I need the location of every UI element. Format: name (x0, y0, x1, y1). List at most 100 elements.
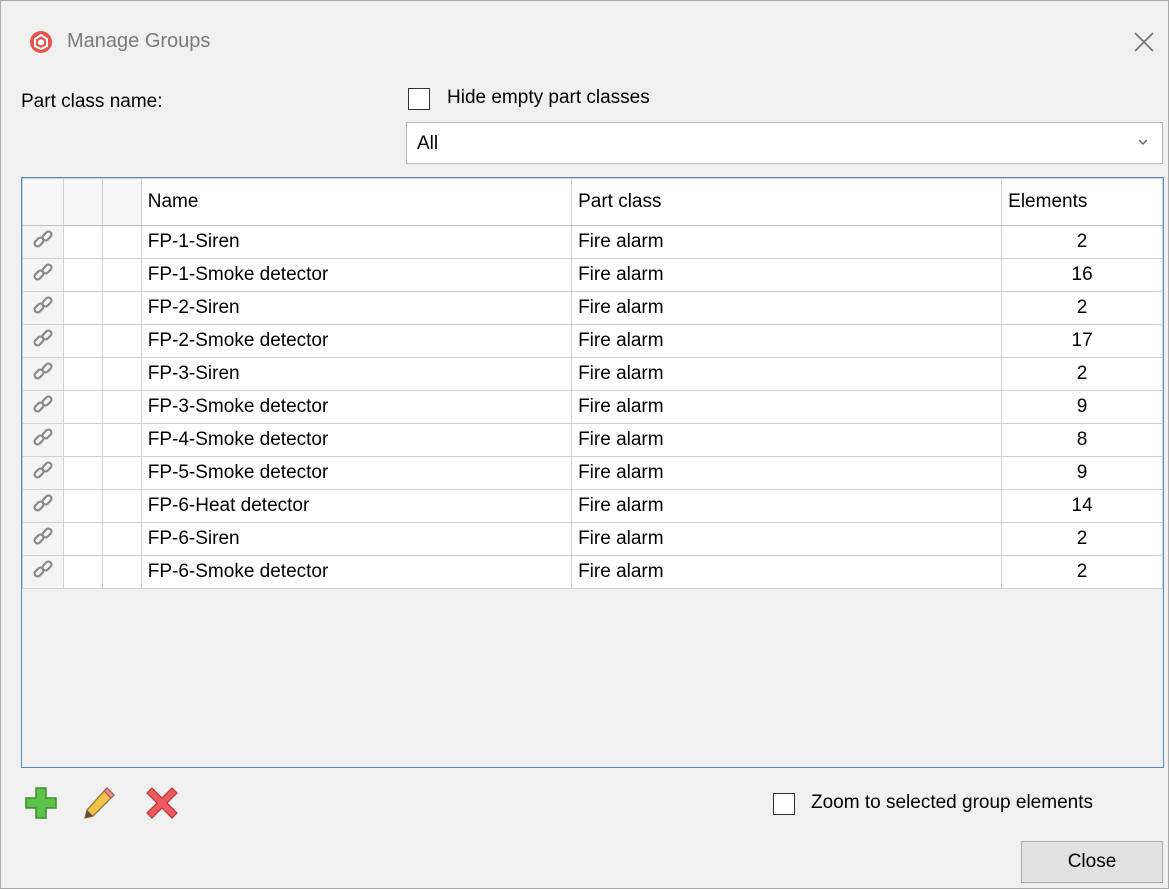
table-row[interactable]: FP-5-Smoke detector Fire alarm 9 (22, 456, 1163, 490)
row-elements[interactable]: 14 (1001, 489, 1163, 523)
row-part-class[interactable]: Fire alarm (571, 555, 1003, 589)
row-elements[interactable]: 2 (1001, 522, 1163, 556)
link-icon (22, 225, 64, 259)
row-cell-2[interactable] (62, 324, 103, 358)
close-button[interactable]: Close (1021, 841, 1163, 883)
groups-table: Name Part class Elements FP-1-Siren Fire … (22, 178, 1163, 589)
row-part-class[interactable]: Fire alarm (571, 489, 1003, 523)
row-elements[interactable]: 2 (1001, 291, 1163, 325)
row-cell-3[interactable] (101, 258, 142, 292)
delete-icon[interactable] (144, 785, 180, 821)
part-class-select[interactable]: All (406, 122, 1163, 164)
row-cell-3[interactable] (101, 489, 142, 523)
row-cell-3[interactable] (101, 522, 142, 556)
link-icon (22, 489, 64, 523)
row-cell-2[interactable] (62, 423, 103, 457)
link-icon (22, 522, 64, 556)
header-col-3[interactable] (101, 178, 142, 226)
table-row[interactable]: FP-2-Siren Fire alarm 2 (22, 291, 1163, 325)
table-row[interactable]: FP-3-Siren Fire alarm 2 (22, 357, 1163, 391)
row-name[interactable]: FP-1-Siren (140, 225, 573, 259)
row-cell-2[interactable] (62, 489, 103, 523)
table-row[interactable]: FP-4-Smoke detector Fire alarm 8 (22, 423, 1163, 457)
link-icon (22, 555, 64, 589)
table-row[interactable]: FP-6-Smoke detector Fire alarm 2 (22, 555, 1163, 589)
hide-empty-label: Hide empty part classes (447, 87, 650, 108)
row-part-class[interactable]: Fire alarm (571, 225, 1003, 259)
row-elements[interactable]: 17 (1001, 324, 1163, 358)
header-col-2[interactable] (62, 178, 103, 226)
row-cell-3[interactable] (101, 390, 142, 424)
row-part-class[interactable]: Fire alarm (571, 522, 1003, 556)
link-icon (22, 456, 64, 490)
row-name[interactable]: FP-2-Smoke detector (140, 324, 573, 358)
row-part-class[interactable]: Fire alarm (571, 456, 1003, 490)
header-elements[interactable]: Elements (1001, 178, 1163, 226)
close-icon[interactable] (1131, 29, 1157, 55)
app-logo-icon (30, 31, 52, 53)
row-cell-3[interactable] (101, 357, 142, 391)
row-elements[interactable]: 9 (1001, 390, 1163, 424)
table-row[interactable]: FP-2-Smoke detector Fire alarm 17 (22, 324, 1163, 358)
header-name[interactable]: Name (140, 178, 573, 226)
header-link-col[interactable] (22, 178, 64, 226)
hide-empty-checkbox[interactable] (408, 88, 430, 110)
row-cell-2[interactable] (62, 522, 103, 556)
row-cell-3[interactable] (101, 324, 142, 358)
link-icon (22, 357, 64, 391)
row-cell-2[interactable] (62, 225, 103, 259)
row-cell-2[interactable] (62, 357, 103, 391)
row-elements[interactable]: 8 (1001, 423, 1163, 457)
groups-grid[interactable]: Name Part class Elements FP-1-Siren Fire … (21, 177, 1164, 768)
row-part-class[interactable]: Fire alarm (571, 423, 1003, 457)
row-name[interactable]: FP-6-Heat detector (140, 489, 573, 523)
row-part-class[interactable]: Fire alarm (571, 324, 1003, 358)
plus-icon[interactable] (23, 785, 59, 821)
row-name[interactable]: FP-4-Smoke detector (140, 423, 573, 457)
row-cell-3[interactable] (101, 423, 142, 457)
part-class-name-label: Part class name: (21, 91, 163, 112)
row-name[interactable]: FP-3-Siren (140, 357, 573, 391)
row-cell-2[interactable] (62, 291, 103, 325)
link-icon (22, 324, 64, 358)
row-cell-2[interactable] (62, 390, 103, 424)
row-part-class[interactable]: Fire alarm (571, 258, 1003, 292)
row-name[interactable]: FP-1-Smoke detector (140, 258, 573, 292)
link-icon (22, 390, 64, 424)
row-name[interactable]: FP-6-Siren (140, 522, 573, 556)
grid-header-row: Name Part class Elements (22, 178, 1163, 226)
row-cell-3[interactable] (101, 291, 142, 325)
row-cell-2[interactable] (62, 258, 103, 292)
row-cell-2[interactable] (62, 555, 103, 589)
link-icon (22, 423, 64, 457)
table-row[interactable]: FP-1-Smoke detector Fire alarm 16 (22, 258, 1163, 292)
row-cell-3[interactable] (101, 225, 142, 259)
manage-groups-dialog: Manage Groups Part class name: Hide empt… (0, 0, 1169, 889)
row-cell-3[interactable] (101, 555, 142, 589)
table-row[interactable]: FP-1-Siren Fire alarm 2 (22, 225, 1163, 259)
row-cell-3[interactable] (101, 456, 142, 490)
part-class-select-value: All (417, 133, 439, 154)
row-name[interactable]: FP-3-Smoke detector (140, 390, 573, 424)
row-name[interactable]: FP-5-Smoke detector (140, 456, 573, 490)
row-name[interactable]: FP-2-Siren (140, 291, 573, 325)
title-bar: Manage Groups (1, 1, 1168, 81)
row-name[interactable]: FP-6-Smoke detector (140, 555, 573, 589)
zoom-to-selected-checkbox[interactable] (773, 793, 795, 815)
pencil-icon[interactable] (81, 785, 117, 821)
row-elements[interactable]: 16 (1001, 258, 1163, 292)
table-row[interactable]: FP-3-Smoke detector Fire alarm 9 (22, 390, 1163, 424)
row-elements[interactable]: 9 (1001, 456, 1163, 490)
link-icon (22, 291, 64, 325)
table-row[interactable]: FP-6-Siren Fire alarm 2 (22, 522, 1163, 556)
row-elements[interactable]: 2 (1001, 555, 1163, 589)
row-part-class[interactable]: Fire alarm (571, 390, 1003, 424)
row-part-class[interactable]: Fire alarm (571, 291, 1003, 325)
table-row[interactable]: FP-6-Heat detector Fire alarm 14 (22, 489, 1163, 523)
row-elements[interactable]: 2 (1001, 357, 1163, 391)
row-cell-2[interactable] (62, 456, 103, 490)
row-elements[interactable]: 2 (1001, 225, 1163, 259)
zoom-to-selected-label: Zoom to selected group elements (811, 792, 1093, 813)
row-part-class[interactable]: Fire alarm (571, 357, 1003, 391)
header-part-class[interactable]: Part class (571, 178, 1003, 226)
